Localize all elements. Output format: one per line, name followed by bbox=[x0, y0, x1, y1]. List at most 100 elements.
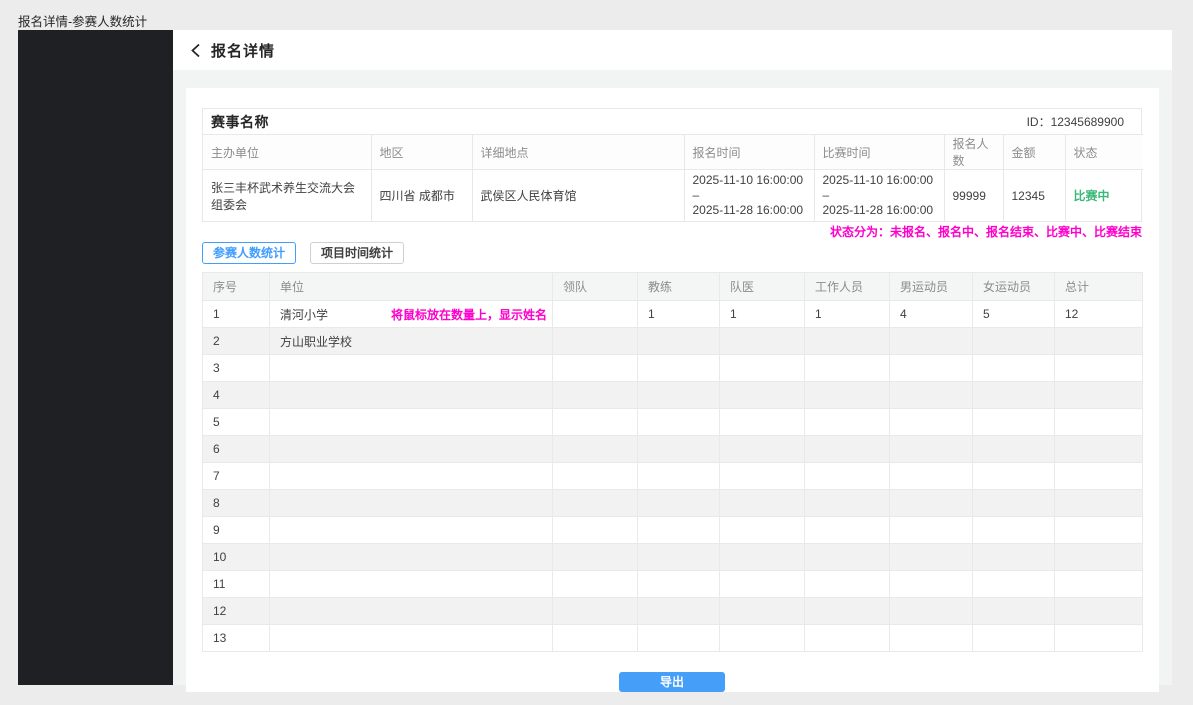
table-cell bbox=[720, 463, 805, 490]
table-cell bbox=[270, 571, 553, 598]
table-cell bbox=[805, 463, 890, 490]
tab-participant-count-stats[interactable]: 参赛人数统计 bbox=[202, 242, 296, 264]
table-cell: 1 bbox=[720, 301, 805, 328]
table-cell bbox=[1055, 490, 1143, 517]
table-cell bbox=[890, 625, 973, 652]
table-cell bbox=[805, 544, 890, 571]
event-card: 赛事名称 ID：12345689900 主办单位 地区 详细地点 报名时间 比赛… bbox=[202, 108, 1142, 222]
table-cell bbox=[638, 328, 720, 355]
event-title: 赛事名称 bbox=[211, 112, 269, 132]
tab-event-time-stats[interactable]: 项目时间统计 bbox=[310, 242, 404, 264]
event-region: 四川省 成都市 bbox=[371, 170, 472, 222]
event-value-row: 张三丰杯武术养生交流大会组委会 四川省 成都市 武侯区人民体育馆 2025-11… bbox=[203, 170, 1143, 222]
table-cell bbox=[973, 544, 1055, 571]
table-cell bbox=[553, 517, 638, 544]
table-cell bbox=[973, 355, 1055, 382]
table-cell bbox=[553, 409, 638, 436]
table-cell bbox=[805, 517, 890, 544]
table-cell: 6 bbox=[203, 436, 270, 463]
table-cell bbox=[553, 328, 638, 355]
stats-column-header: 序号 bbox=[203, 273, 270, 301]
table-cell bbox=[890, 382, 973, 409]
table-row: 13 bbox=[203, 625, 1143, 652]
table-cell: 5 bbox=[203, 409, 270, 436]
sidebar bbox=[18, 30, 173, 685]
hover-hint-note: 将鼠标放在数量上，显示姓名 bbox=[391, 306, 552, 323]
table-cell bbox=[973, 598, 1055, 625]
table-cell bbox=[973, 490, 1055, 517]
event-header-row: 主办单位 地区 详细地点 报名时间 比赛时间 报名人数 金额 状态 bbox=[203, 135, 1143, 170]
column-header-status: 状态 bbox=[1065, 135, 1143, 170]
table-cell bbox=[270, 436, 553, 463]
table-cell: 方山职业学校 bbox=[270, 328, 553, 355]
table-cell bbox=[1055, 598, 1143, 625]
back-button[interactable] bbox=[190, 43, 201, 58]
table-cell bbox=[638, 409, 720, 436]
table-row: 4 bbox=[203, 382, 1143, 409]
table-cell bbox=[1055, 409, 1143, 436]
column-header-region: 地区 bbox=[371, 135, 472, 170]
table-cell bbox=[270, 409, 553, 436]
table-cell: 清河小学将鼠标放在数量上，显示姓名 bbox=[270, 301, 553, 328]
table-cell bbox=[720, 625, 805, 652]
table-cell: 8 bbox=[203, 490, 270, 517]
table-cell bbox=[973, 463, 1055, 490]
table-cell bbox=[638, 571, 720, 598]
table-cell bbox=[638, 436, 720, 463]
table-cell bbox=[973, 409, 1055, 436]
table-cell: 2 bbox=[203, 328, 270, 355]
stats-column-header: 总计 bbox=[1055, 273, 1143, 301]
table-cell bbox=[638, 544, 720, 571]
table-cell bbox=[1055, 625, 1143, 652]
table-cell bbox=[638, 517, 720, 544]
event-id: ID：12345689900 bbox=[1027, 113, 1124, 130]
table-cell bbox=[553, 436, 638, 463]
table-cell: 12 bbox=[1055, 301, 1143, 328]
table-cell bbox=[890, 490, 973, 517]
table-cell bbox=[720, 382, 805, 409]
table-cell: 13 bbox=[203, 625, 270, 652]
stats-column-header: 单位 bbox=[270, 273, 553, 301]
table-cell bbox=[1055, 382, 1143, 409]
table-cell bbox=[270, 517, 553, 544]
table-cell bbox=[890, 409, 973, 436]
stats-column-header: 工作人员 bbox=[805, 273, 890, 301]
event-card-header: 赛事名称 ID：12345689900 bbox=[203, 109, 1141, 134]
table-cell bbox=[553, 598, 638, 625]
event-info-table: 主办单位 地区 详细地点 报名时间 比赛时间 报名人数 金额 状态 张三丰杯武术… bbox=[203, 134, 1143, 221]
table-row: 8 bbox=[203, 490, 1143, 517]
table-cell: 11 bbox=[203, 571, 270, 598]
table-cell bbox=[890, 463, 973, 490]
stats-column-header: 队医 bbox=[720, 273, 805, 301]
table-cell bbox=[638, 625, 720, 652]
table-row: 2方山职业学校 bbox=[203, 328, 1143, 355]
table-cell bbox=[973, 625, 1055, 652]
window-title: 报名详情-参赛人数统计 bbox=[18, 11, 147, 30]
export-button[interactable]: 导出 bbox=[619, 672, 725, 692]
table-cell bbox=[805, 355, 890, 382]
event-organizer: 张三丰杯武术养生交流大会组委会 bbox=[203, 170, 371, 222]
table-cell bbox=[1055, 463, 1143, 490]
table-cell: 5 bbox=[973, 301, 1055, 328]
table-cell bbox=[638, 598, 720, 625]
table-cell bbox=[720, 490, 805, 517]
tabs: 参赛人数统计 项目时间统计 bbox=[202, 242, 1143, 264]
column-header-match-time: 比赛时间 bbox=[814, 135, 944, 170]
table-cell bbox=[638, 382, 720, 409]
column-header-organizer: 主办单位 bbox=[203, 135, 371, 170]
table-cell bbox=[270, 382, 553, 409]
content-panel: 赛事名称 ID：12345689900 主办单位 地区 详细地点 报名时间 比赛… bbox=[186, 88, 1159, 692]
status-badge: 比赛中 bbox=[1065, 170, 1143, 222]
table-cell bbox=[638, 463, 720, 490]
table-cell: 1 bbox=[203, 301, 270, 328]
table-cell bbox=[553, 571, 638, 598]
table-row: 11 bbox=[203, 571, 1143, 598]
table-cell bbox=[890, 328, 973, 355]
page-title: 报名详情 bbox=[211, 40, 275, 61]
table-cell bbox=[638, 490, 720, 517]
topbar: 报名详情 bbox=[173, 30, 1172, 70]
table-row: 12 bbox=[203, 598, 1143, 625]
table-cell bbox=[1055, 436, 1143, 463]
table-cell: 1 bbox=[638, 301, 720, 328]
table-cell bbox=[638, 355, 720, 382]
